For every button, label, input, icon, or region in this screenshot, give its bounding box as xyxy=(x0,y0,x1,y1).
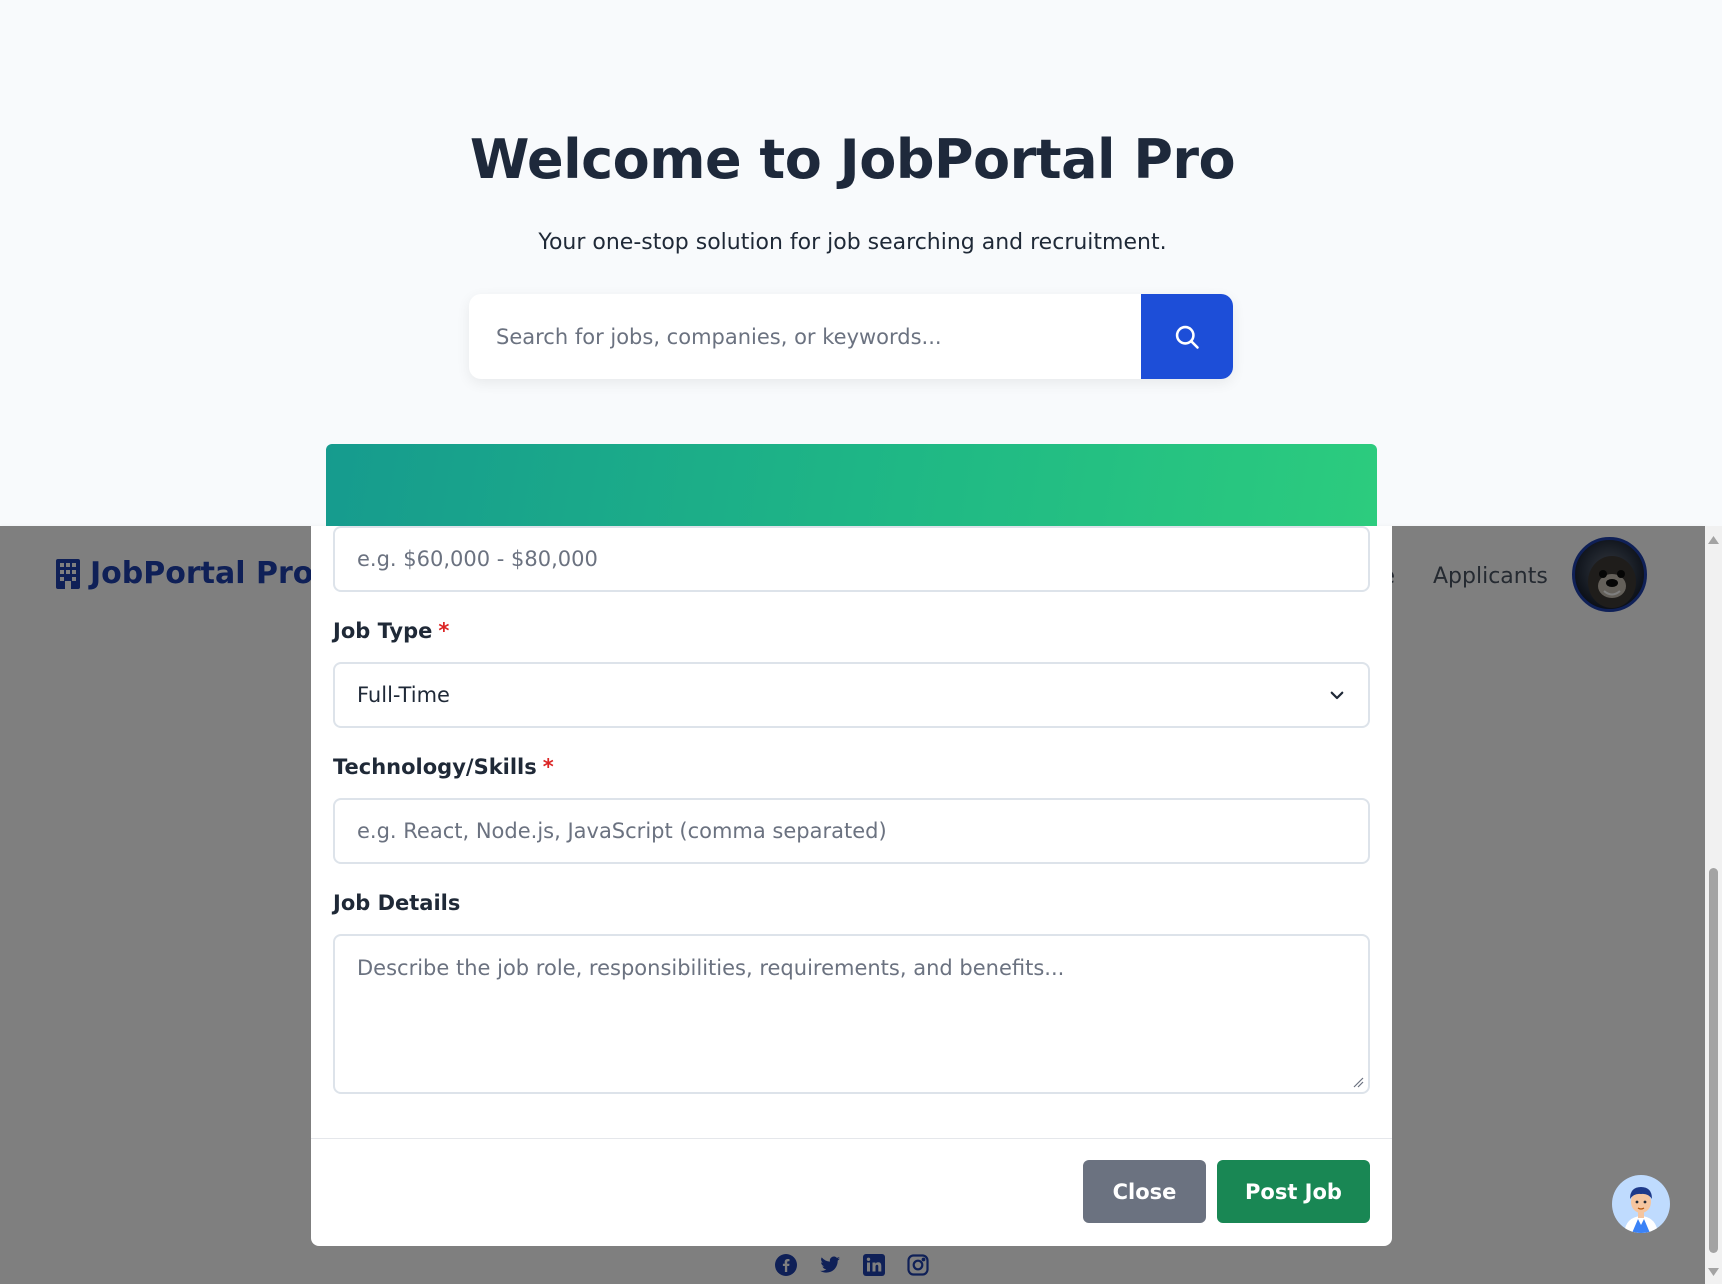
modal-footer-divider xyxy=(311,1138,1392,1139)
chatbot-avatar-icon xyxy=(1624,1187,1658,1233)
required-mark: * xyxy=(542,755,554,779)
skills-input[interactable]: e.g. React, Node.js, JavaScript (comma s… xyxy=(333,798,1370,864)
modal-header xyxy=(326,444,1377,526)
resize-grip-icon[interactable] xyxy=(1352,1076,1364,1088)
chatbot-button[interactable] xyxy=(1612,1175,1670,1233)
salary-input[interactable]: e.g. $60,000 - $80,000 xyxy=(333,526,1370,592)
salary-placeholder: e.g. $60,000 - $80,000 xyxy=(357,547,598,571)
job-details-label: Job Details xyxy=(333,891,461,915)
skills-label: Technology/Skills * xyxy=(333,755,554,779)
job-type-label: Job Type * xyxy=(333,619,449,643)
required-mark: * xyxy=(438,619,450,643)
scroll-up-arrow-icon[interactable] xyxy=(1708,536,1719,544)
job-details-placeholder: Describe the job role, responsibilities,… xyxy=(357,956,1065,980)
search-input[interactable] xyxy=(469,294,1141,379)
job-type-value: Full-Time xyxy=(357,683,450,707)
scroll-down-arrow-icon[interactable] xyxy=(1708,1268,1719,1276)
chevron-down-icon xyxy=(1330,691,1344,700)
hero-subtitle: Your one-stop solution for job searching… xyxy=(538,230,1167,255)
scrollbar[interactable] xyxy=(1705,526,1722,1284)
hero-title: Welcome to JobPortal Pro xyxy=(469,128,1236,191)
scrollbar-thumb[interactable] xyxy=(1709,868,1718,1253)
search-bar xyxy=(469,294,1233,379)
search-icon xyxy=(1175,325,1199,349)
skills-label-text: Technology/Skills xyxy=(333,755,537,779)
post-job-button[interactable]: Post Job xyxy=(1217,1160,1370,1223)
search-button[interactable] xyxy=(1141,294,1233,379)
skills-placeholder: e.g. React, Node.js, JavaScript (comma s… xyxy=(357,819,887,843)
job-details-textarea[interactable]: Describe the job role, responsibilities,… xyxy=(333,934,1370,1094)
close-button[interactable]: Close xyxy=(1083,1160,1206,1223)
job-type-label-text: Job Type xyxy=(333,619,433,643)
job-type-select[interactable]: Full-Time xyxy=(333,662,1370,728)
post-job-modal: e.g. $60,000 - $80,000 Job Type * Full-Ti… xyxy=(311,526,1392,1246)
